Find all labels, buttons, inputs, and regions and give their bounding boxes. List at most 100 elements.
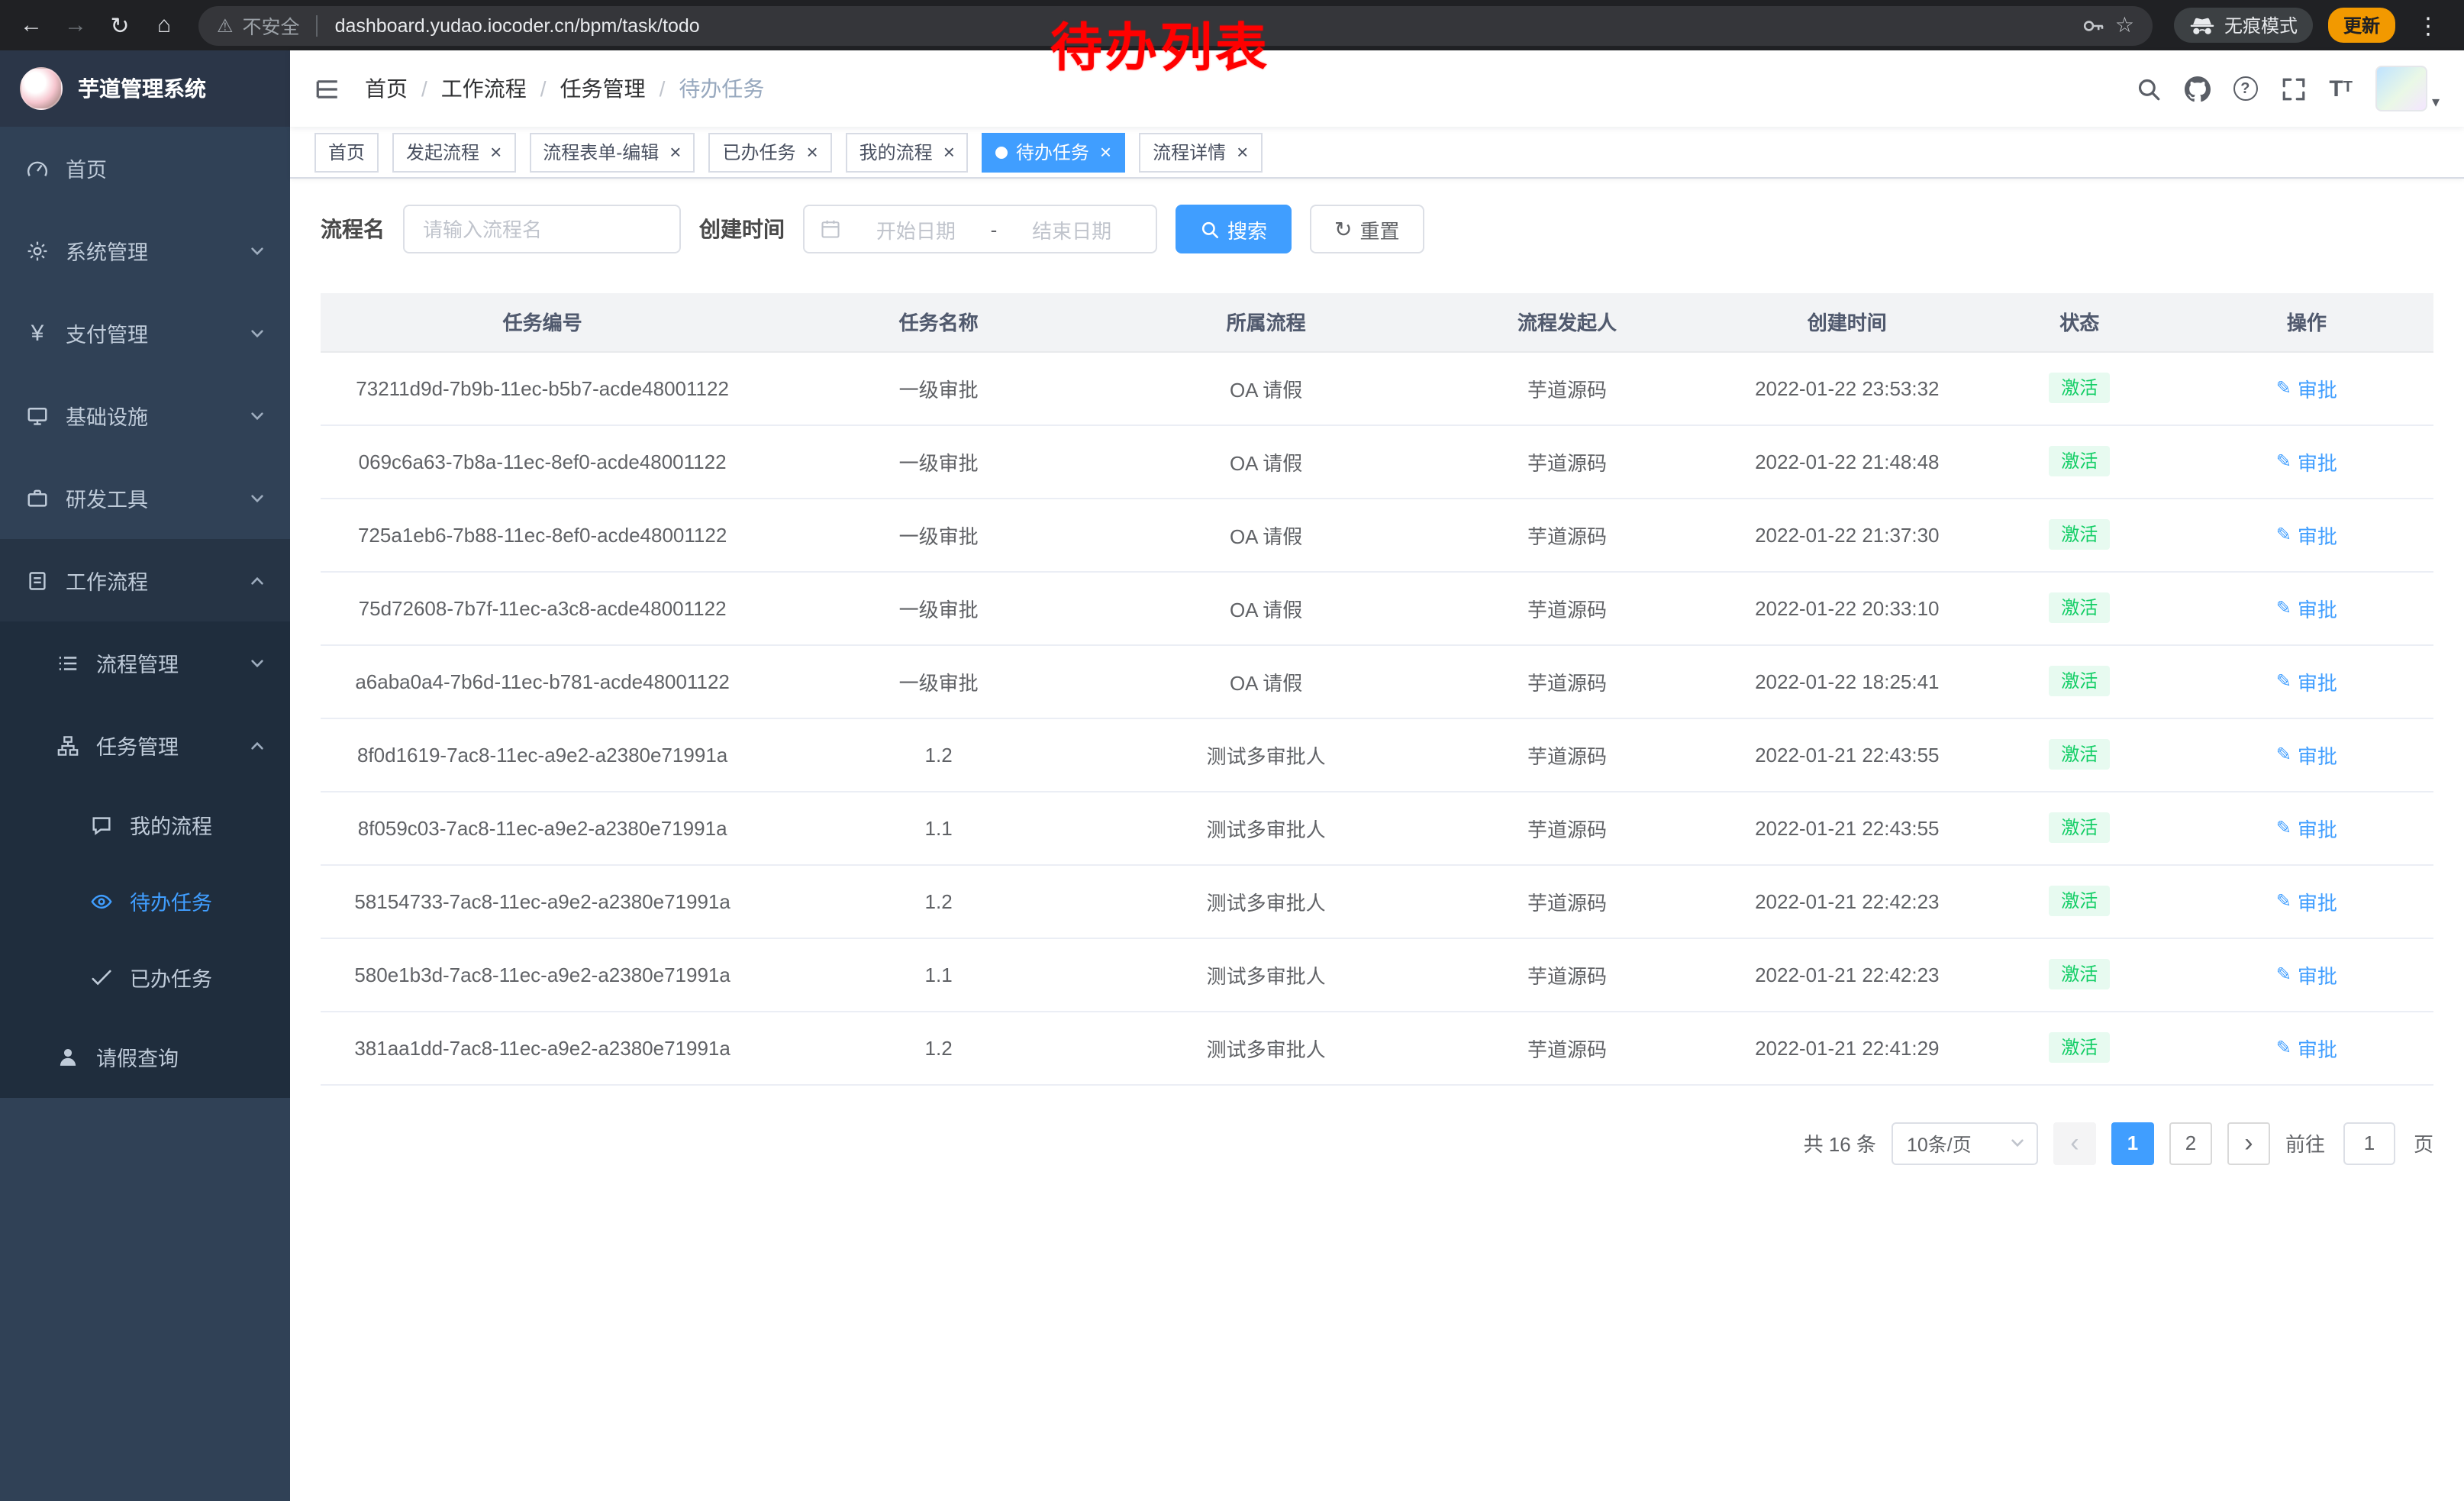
breadcrumb: 首页 / 工作流程 / 任务管理 / 待办任务 — [365, 73, 764, 104]
approve-link[interactable]: ✎审批 — [2276, 740, 2337, 769]
edit-icon: ✎ — [2276, 1037, 2291, 1058]
sidebar: 芋道管理系统 首页 系统管理 ¥ 支付管 — [0, 50, 290, 1501]
sidebar-item-workflow[interactable]: 工作流程 — [0, 539, 290, 621]
browser-reload-icon[interactable]: ↻ — [101, 6, 139, 44]
sidebar-item-process-management[interactable]: 流程管理 — [0, 621, 290, 704]
status-badge: 激活 — [2049, 886, 2110, 916]
tab-process-detail[interactable]: 流程详情 × — [1139, 132, 1262, 172]
breadcrumb-separator: / — [660, 76, 666, 101]
approve-link[interactable]: ✎审批 — [2276, 1033, 2337, 1062]
cell-action: ✎审批 — [2180, 938, 2433, 1011]
close-icon[interactable]: × — [490, 142, 502, 162]
font-size-icon[interactable]: TT — [2329, 77, 2353, 100]
sidebar-item-devtools[interactable]: 研发工具 — [0, 457, 290, 539]
sidebar-item-label: 研发工具 — [66, 483, 148, 513]
browser-forward-icon[interactable]: → — [56, 6, 95, 44]
cell-process: OA 请假 — [1113, 571, 1419, 644]
sidebar-item-label: 首页 — [66, 153, 107, 183]
sidebar-item-leave-query[interactable]: 请假查询 — [0, 1015, 290, 1098]
total-count: 共 16 条 — [1804, 1128, 1876, 1157]
close-icon[interactable]: × — [943, 142, 955, 162]
breadcrumb-current: 待办任务 — [679, 73, 764, 104]
tab-home[interactable]: 首页 — [314, 132, 379, 172]
approve-link[interactable]: ✎审批 — [2276, 593, 2337, 622]
close-icon[interactable]: × — [669, 142, 681, 162]
tab-todo-task[interactable]: 待办任务 × — [982, 132, 1125, 172]
breadcrumb-workflow[interactable]: 工作流程 — [441, 73, 527, 104]
approve-link[interactable]: ✎审批 — [2276, 667, 2337, 696]
cell-task-id: 580e1b3d-7ac8-11ec-a9e2-a2380e71991a — [321, 938, 764, 1011]
sidebar-item-label: 请假查询 — [96, 1041, 179, 1072]
sidebar-item-label: 基础设施 — [66, 400, 148, 431]
cell-created: 2022-01-22 21:37:30 — [1715, 498, 1979, 571]
breadcrumb-home[interactable]: 首页 — [365, 73, 408, 104]
goto-page-input[interactable] — [2343, 1122, 2395, 1164]
tab-process-form-edit[interactable]: 流程表单-编辑 × — [529, 132, 695, 172]
caret-down-icon: ▾ — [2432, 95, 2440, 111]
top-navbar: 首页 / 工作流程 / 任务管理 / 待办任务 ? — [290, 50, 2464, 127]
prev-page-button[interactable]: ‹ — [2053, 1122, 2096, 1164]
approve-link[interactable]: ✎审批 — [2276, 447, 2337, 476]
chevron-down-icon — [249, 324, 266, 341]
status-badge: 激活 — [2049, 519, 2110, 550]
approve-link[interactable]: ✎审批 — [2276, 520, 2337, 549]
cell-action: ✎审批 — [2180, 864, 2433, 938]
approve-link[interactable]: ✎审批 — [2276, 886, 2337, 915]
close-icon[interactable]: × — [1100, 142, 1111, 162]
cell-task-id: 58154733-7ac8-11ec-a9e2-a2380e71991a — [321, 864, 764, 938]
password-key-icon[interactable] — [2082, 13, 2106, 37]
browser-menu-icon[interactable]: ⋮ — [2411, 11, 2446, 39]
browser-home-icon[interactable]: ⌂ — [145, 6, 183, 44]
tab-label: 我的流程 — [859, 139, 933, 165]
status-badge: 激活 — [2049, 959, 2110, 989]
update-button[interactable]: 更新 — [2328, 8, 2395, 43]
next-page-button[interactable]: › — [2227, 1122, 2270, 1164]
approve-link[interactable]: ✎审批 — [2276, 960, 2337, 989]
sidebar-item-my-process[interactable]: 我的流程 — [0, 786, 290, 863]
date-range-picker[interactable]: 开始日期 - 结束日期 — [803, 205, 1157, 253]
process-name-input[interactable] — [403, 205, 681, 253]
close-icon[interactable]: × — [806, 142, 818, 162]
cell-action: ✎审批 — [2180, 718, 2433, 791]
tab-start-process[interactable]: 发起流程 × — [392, 132, 515, 172]
page-button-2[interactable]: 2 — [2169, 1122, 2212, 1164]
sidebar-item-done-task[interactable]: 已办任务 — [0, 939, 290, 1015]
help-icon[interactable]: ? — [2233, 76, 2257, 101]
page-content: 流程名 创建时间 开始日期 - 结束日期 搜索 — [290, 179, 2464, 1501]
search-icon — [1200, 219, 1220, 239]
cell-created: 2022-01-21 22:41:29 — [1715, 1011, 1979, 1084]
approve-link[interactable]: ✎审批 — [2276, 813, 2337, 842]
sidebar-item-system[interactable]: 系统管理 — [0, 209, 290, 292]
fullscreen-icon[interactable] — [2280, 76, 2306, 102]
sidebar-item-todo-task[interactable]: 待办任务 — [0, 863, 290, 939]
table-row: 381aa1dd-7ac8-11ec-a9e2-a2380e71991a 1.2… — [321, 1011, 2433, 1084]
sidebar-toggle-icon[interactable] — [314, 76, 340, 102]
breadcrumb-task-management[interactable]: 任务管理 — [560, 73, 646, 104]
approve-link[interactable]: ✎审批 — [2276, 373, 2337, 402]
tab-my-process[interactable]: 我的流程 × — [846, 132, 969, 172]
tab-done-task[interactable]: 已办任务 × — [708, 132, 831, 172]
browser-back-icon[interactable]: ← — [12, 6, 50, 44]
edit-icon: ✎ — [2276, 817, 2291, 838]
sidebar-item-payment[interactable]: ¥ 支付管理 — [0, 292, 290, 374]
sidebar-item-home[interactable]: 首页 — [0, 127, 290, 209]
search-icon[interactable] — [2135, 76, 2161, 102]
edit-icon: ✎ — [2276, 597, 2291, 618]
cell-process: OA 请假 — [1113, 498, 1419, 571]
security-label: 不安全 — [243, 11, 300, 40]
cell-task-name: 1.1 — [764, 791, 1113, 864]
edit-icon: ✎ — [2276, 670, 2291, 692]
github-icon[interactable] — [2184, 76, 2210, 102]
app-title: 芋道管理系统 — [78, 73, 206, 104]
search-button[interactable]: 搜索 — [1176, 205, 1292, 253]
sidebar-item-task-management[interactable]: 任务管理 — [0, 704, 290, 786]
cell-action: ✎审批 — [2180, 351, 2433, 424]
close-icon[interactable]: × — [1237, 142, 1248, 162]
page-size-select[interactable]: 10条/页 — [1892, 1122, 2038, 1164]
reset-button[interactable]: ↻ 重置 — [1310, 205, 1424, 253]
user-menu[interactable]: ▾ — [2375, 66, 2440, 111]
bookmark-star-icon[interactable]: ☆ — [2115, 12, 2134, 38]
sidebar-item-infrastructure[interactable]: 基础设施 — [0, 374, 290, 457]
chevron-down-icon — [249, 489, 266, 506]
page-button-1[interactable]: 1 — [2111, 1122, 2154, 1164]
